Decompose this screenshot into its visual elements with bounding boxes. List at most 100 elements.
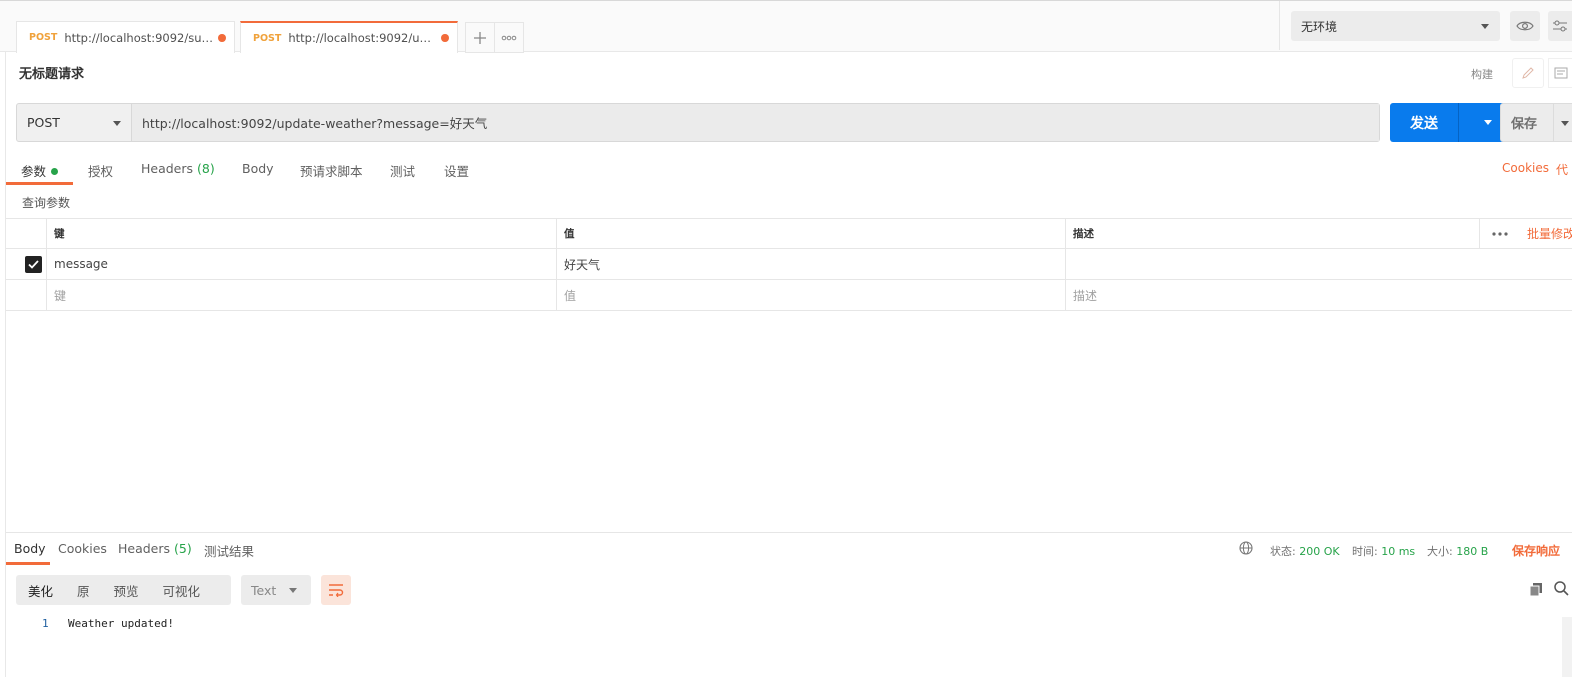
- size-value: 180 B: [1456, 545, 1489, 558]
- tab-tests[interactable]: 测试: [390, 161, 415, 180]
- new-param-key-input[interactable]: 键: [46, 280, 556, 310]
- view-visualize-button[interactable]: 可视化: [151, 575, 213, 605]
- url-value: http://localhost:9092/update-weather?mes…: [142, 116, 488, 131]
- response-status[interactable]: 状态: 200 OK: [1270, 543, 1340, 559]
- document-icon: [1554, 67, 1567, 79]
- active-tab-underline: [6, 182, 73, 185]
- param-key-input[interactable]: message: [46, 249, 556, 279]
- network-info-button[interactable]: [1239, 541, 1253, 558]
- wrap-icon: [329, 584, 344, 597]
- tab-params[interactable]: 参数: [21, 161, 59, 180]
- unsaved-dot-icon: [441, 34, 449, 42]
- tab-method: POST: [29, 32, 58, 43]
- environment-selected-label: 无环境: [1301, 19, 1338, 34]
- size-label: 大小:: [1427, 545, 1453, 558]
- save-response-button[interactable]: 保存响应: [1512, 542, 1560, 559]
- chevron-down-icon: [289, 588, 297, 593]
- view-raw-button[interactable]: 原: [65, 575, 102, 605]
- response-tab-cookies[interactable]: Cookies: [58, 541, 107, 556]
- table-options-button[interactable]: [1488, 226, 1512, 242]
- column-header-key: 键: [46, 219, 556, 248]
- response-tab-headers[interactable]: Headers (5): [118, 541, 192, 556]
- environment-select[interactable]: 无环境: [1291, 11, 1500, 41]
- tab-options-button[interactable]: [494, 22, 524, 53]
- headers-count: (8): [197, 161, 215, 176]
- copy-response-button[interactable]: [1527, 580, 1545, 598]
- globe-icon: [1239, 541, 1253, 555]
- new-tab-button[interactable]: [465, 22, 495, 53]
- tab-url: http://localhost:9092/update-...: [288, 31, 437, 45]
- code-link[interactable]: 代: [1556, 161, 1568, 178]
- view-preview-button[interactable]: 预览: [102, 575, 151, 605]
- param-value-input[interactable]: 好天气: [556, 249, 1065, 279]
- column-header-description: 描述: [1065, 219, 1479, 248]
- active-dot-icon: [51, 168, 59, 175]
- tab-headers[interactable]: Headers (8): [141, 161, 215, 176]
- save-button[interactable]: 保存: [1500, 103, 1572, 142]
- tab-body[interactable]: Body: [242, 161, 274, 176]
- request-url-bar: POST http://localhost:9092/update-weathe…: [16, 103, 1380, 142]
- bulk-edit-link[interactable]: 批量修改: [1527, 219, 1572, 248]
- pencil-icon: [1522, 67, 1534, 79]
- response-headers-count: (5): [174, 541, 192, 556]
- save-options-button[interactable]: [1554, 104, 1572, 141]
- edit-button[interactable]: [1512, 58, 1544, 88]
- tab-settings[interactable]: 设置: [444, 161, 469, 180]
- checkmark-icon: [28, 260, 39, 269]
- table-row: 键 值 描述: [6, 280, 1572, 311]
- chevron-down-icon: [1484, 120, 1492, 125]
- cookies-link[interactable]: Cookies: [1502, 161, 1549, 175]
- new-param-value-input[interactable]: 值: [556, 280, 1065, 310]
- query-params-title: 查询参数: [22, 196, 71, 210]
- eye-icon: [1516, 21, 1534, 31]
- column-header-value: 值: [556, 219, 1065, 248]
- new-param-description-input[interactable]: 描述: [1065, 280, 1572, 310]
- response-size[interactable]: 大小: 180 B: [1427, 543, 1488, 559]
- tab-url: http://localhost:9092/subscrib...: [64, 30, 215, 45]
- response-scrollbar[interactable]: [1562, 617, 1572, 677]
- build-mode-label[interactable]: 构建: [1471, 66, 1493, 82]
- left-border: [5, 52, 6, 677]
- view-mode-group: 美化 原 预览 可视化: [16, 575, 231, 605]
- response-tabs: Body Cookies Headers (5) 测试结果 状态: 200 OK…: [6, 533, 1572, 565]
- request-tab-subscribe[interactable]: POST http://localhost:9092/subscrib...: [16, 21, 235, 53]
- search-response-button[interactable]: [1553, 580, 1572, 598]
- param-description-input[interactable]: [1065, 249, 1572, 279]
- query-params-table: 键 值 描述 批量修改 message 好天气 键 值 描述: [6, 218, 1572, 311]
- unsaved-dot-icon: [218, 33, 226, 42]
- format-label: Text: [251, 582, 277, 598]
- table-row: message 好天气: [6, 249, 1572, 280]
- method-label: POST: [27, 115, 60, 130]
- copy-icon: [1529, 582, 1542, 596]
- method-select[interactable]: POST: [17, 104, 132, 141]
- chevron-down-icon: [1481, 24, 1489, 29]
- environment-quick-look-button[interactable]: [1510, 11, 1540, 41]
- manage-environments-button[interactable]: [1548, 11, 1572, 41]
- line-text: Weather updated!: [68, 617, 174, 630]
- time-value: 10 ms: [1381, 545, 1416, 558]
- param-enabled-checkbox[interactable]: [25, 256, 42, 273]
- request-title[interactable]: 无标题请求: [19, 63, 84, 82]
- more-icon: [501, 35, 517, 40]
- active-response-tab-underline: [6, 562, 50, 565]
- response-tab-test-results[interactable]: 测试结果: [204, 541, 254, 560]
- url-input[interactable]: http://localhost:9092/update-weather?mes…: [132, 104, 1379, 141]
- tab-prerequest-script[interactable]: 预请求脚本: [300, 161, 363, 180]
- tab-auth[interactable]: 授权: [88, 161, 113, 180]
- table-header-row: 键 值 描述 批量修改: [6, 218, 1572, 249]
- time-label: 时间:: [1352, 545, 1378, 558]
- wrap-lines-button[interactable]: [321, 575, 351, 605]
- response-time[interactable]: 时间: 10 ms: [1352, 543, 1415, 559]
- send-button[interactable]: 发送: [1390, 103, 1518, 142]
- tab-method: POST: [253, 32, 282, 44]
- sliders-icon: [1553, 20, 1567, 32]
- line-number: 1: [42, 617, 49, 630]
- view-pretty-button[interactable]: 美化: [16, 575, 65, 605]
- status-value: 200 OK: [1299, 545, 1340, 558]
- format-select[interactable]: Text: [241, 575, 311, 605]
- response-tab-body[interactable]: Body: [14, 541, 46, 556]
- save-label: 保存: [1511, 117, 1538, 132]
- chevron-down-icon: [1561, 121, 1569, 126]
- request-tab-update-weather[interactable]: POST http://localhost:9092/update-...: [240, 21, 458, 53]
- documentation-button[interactable]: [1548, 58, 1572, 88]
